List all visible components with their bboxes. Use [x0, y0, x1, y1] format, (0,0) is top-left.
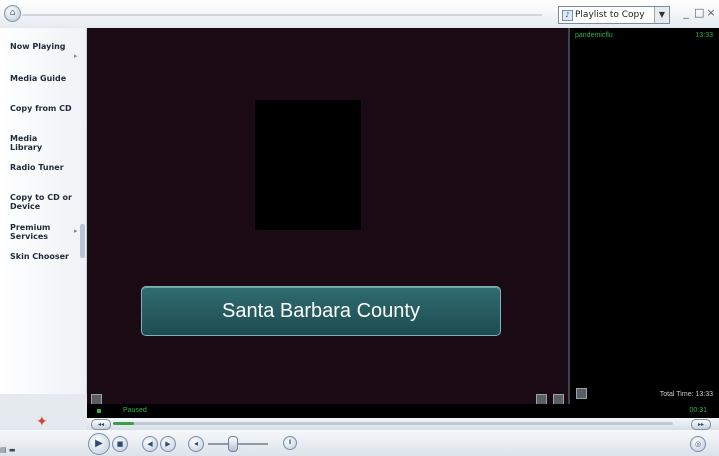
settings-icon[interactable]: ◎ — [690, 436, 706, 452]
next-icon[interactable]: ▶ — [160, 436, 176, 452]
resize-grip-icon[interactable]: ▤ ▬ — [0, 446, 15, 454]
sidebar-item-media-library[interactable]: Media Library — [10, 134, 72, 152]
status-text: Paused — [123, 407, 147, 414]
playlist-track-name[interactable]: pandemicflu — [575, 32, 613, 39]
app-menu-orb-icon[interactable]: ⌂ — [4, 5, 21, 22]
fast-forward-icon[interactable]: ▸▸ — [691, 419, 711, 430]
sidebar-collapse-handle[interactable] — [80, 224, 85, 258]
playlist-dropdown[interactable]: ♪ Playlist to Copy ▼ — [558, 6, 670, 24]
playlist-dropdown-label: Playlist to Copy — [575, 10, 645, 20]
title-bar-divider — [22, 14, 542, 16]
video-area[interactable]: Santa Barbara County — [87, 28, 568, 405]
equalizer-icon[interactable]: Ⅱ — [283, 436, 297, 450]
sidebar-item-now-playing[interactable]: Now Playing — [10, 42, 72, 51]
windows-logo-icon: ✦ — [36, 414, 48, 430]
seek-track[interactable] — [113, 422, 673, 425]
volume-icon[interactable]: ◂ — [188, 436, 204, 452]
playlist-total-time: Total Time: 13:33 — [659, 391, 713, 398]
sidebar-item-media-guide[interactable]: Media Guide — [10, 74, 72, 83]
sidebar-item-premium-services[interactable]: Premium Services — [10, 223, 72, 241]
volume-slider-knob[interactable] — [228, 436, 238, 452]
sidebar-item-copy-to-device[interactable]: Copy to CD or Device — [10, 193, 72, 211]
chevron-right-icon[interactable]: ▸ — [74, 227, 78, 235]
media-player-window: ⌂ ♪ Playlist to Copy ▼ _ □ × Now Playing… — [0, 0, 719, 456]
rewind-icon[interactable]: ◂◂ — [91, 419, 111, 430]
taskbar-sidebar: Now Playing ▸ Media Guide Copy from CD M… — [0, 28, 87, 394]
playlist-track-time: 13:33 — [695, 32, 713, 39]
transport-controls: ▶ ■ ◀ ▶ ◂ Ⅱ ◎ — [0, 430, 719, 456]
volume-track[interactable] — [208, 443, 268, 445]
sidebar-item-copy-from-cd[interactable]: Copy from CD — [10, 104, 72, 113]
play-icon[interactable]: ▶ — [88, 433, 110, 455]
playlist-options-icon[interactable] — [576, 388, 587, 399]
playlist-icon: ♪ — [562, 10, 573, 21]
seek-bar[interactable]: ◂◂ ▸▸ — [87, 418, 719, 430]
previous-icon[interactable]: ◀ — [142, 436, 158, 452]
video-caption: Santa Barbara County — [141, 286, 501, 336]
status-indicator-icon — [97, 409, 101, 413]
close-button[interactable]: × — [706, 7, 716, 19]
video-frame — [255, 100, 361, 230]
playlist-panel: pandemicflu 13:33 Total Time: 13:33 — [568, 28, 719, 404]
status-bar: Paused 00:31 — [87, 404, 719, 418]
sidebar-item-radio-tuner[interactable]: Radio Tuner — [10, 163, 72, 172]
chevron-right-icon[interactable]: ▸ — [74, 52, 78, 60]
stop-icon[interactable]: ■ — [112, 436, 128, 452]
elapsed-time: 00:31 — [689, 407, 707, 414]
seek-progress-fill — [113, 422, 135, 425]
chevron-down-icon[interactable]: ▼ — [654, 7, 669, 23]
minimize-button[interactable]: _ — [681, 7, 691, 19]
title-bar: ⌂ ♪ Playlist to Copy ▼ _ □ × — [0, 0, 719, 28]
sidebar-item-skin-chooser[interactable]: Skin Chooser — [10, 252, 72, 261]
restore-button[interactable]: □ — [694, 7, 704, 19]
